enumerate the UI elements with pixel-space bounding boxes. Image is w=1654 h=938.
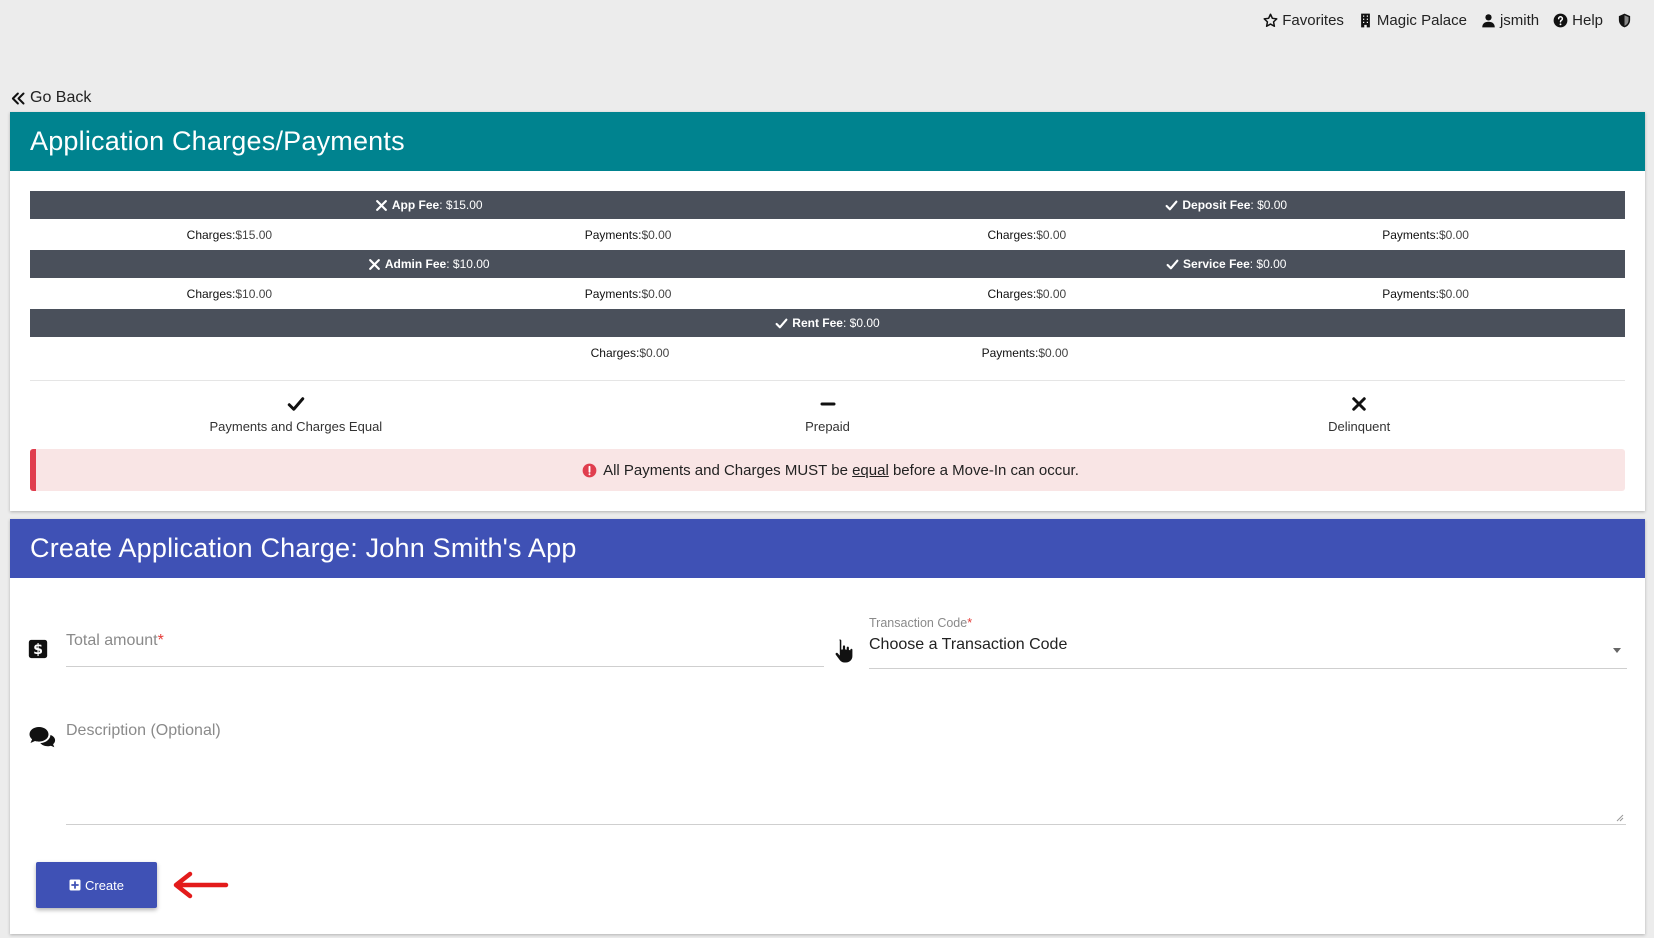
- building-icon: [1361, 13, 1370, 28]
- resize-handle-icon[interactable]: [1616, 814, 1624, 822]
- dollar-sign-icon: $: [28, 639, 48, 659]
- fee-name: Service Fee: [1183, 257, 1250, 271]
- go-back-label: Go Back: [30, 89, 92, 106]
- fee-amount: : $0.00: [842, 316, 880, 330]
- nav-user[interactable]: jsmith: [1481, 12, 1539, 29]
- legend-prepaid: Prepaid: [562, 395, 1094, 434]
- required-mark: *: [967, 616, 973, 630]
- total-amount-label: Total amount: [66, 632, 158, 649]
- fee-charges: Charges:$10.00: [186, 286, 273, 301]
- fee-payments: Payments:$0.00: [1382, 227, 1469, 242]
- fee-charges: Charges:$0.00: [590, 345, 670, 360]
- fee-bar-row-3: Rent Fee: $0.00: [30, 309, 1625, 337]
- nav-favorites-label: Favorites: [1282, 12, 1344, 29]
- fee-header-rent: Rent Fee: $0.00: [30, 316, 1625, 330]
- fee-name: Deposit Fee: [1182, 198, 1251, 212]
- status-legend: Payments and Charges Equal Prepaid Delin…: [30, 395, 1625, 434]
- fee-amount: : $15.00: [439, 198, 483, 212]
- check-icon: [1165, 200, 1178, 210]
- nav-user-label: jsmith: [1499, 12, 1540, 29]
- x-icon: [1352, 397, 1366, 411]
- create-button[interactable]: Create: [36, 862, 157, 908]
- caret-down-icon: [1613, 648, 1621, 653]
- fee-sub-row-1: Charges:$15.00 Payments:$0.00 Charges:$0…: [30, 219, 1625, 250]
- total-amount-field[interactable]: Total amount*: [66, 632, 824, 667]
- description-textarea[interactable]: Description (Optional): [66, 722, 1626, 825]
- top-nav: Favorites Magic Palace jsmith Help: [1263, 12, 1632, 29]
- transaction-code-label: Transaction Code: [869, 616, 968, 630]
- fee-amount: : $10.00: [446, 257, 490, 271]
- legend-equal-label: Payments and Charges Equal: [209, 419, 383, 434]
- comments-icon: [29, 727, 56, 748]
- fee-header-admin: Admin Fee: $10.00: [30, 257, 828, 271]
- fee-payments: Payments:$0.00: [584, 227, 672, 242]
- check-icon: [287, 397, 305, 411]
- required-mark: *: [157, 632, 164, 649]
- fee-header-app: App Fee: $15.00: [30, 198, 828, 212]
- fee-name: App Fee: [391, 198, 440, 212]
- legend-delinquent-label: Delinquent: [1328, 419, 1391, 434]
- legend-delinquent: Delinquent: [1093, 395, 1625, 434]
- fee-payments: Payments:$0.00: [1382, 286, 1469, 301]
- fee-sub-row-3: Charges:$0.00 Payments:$0.00: [30, 337, 1625, 368]
- nav-favorites[interactable]: Favorites: [1263, 12, 1344, 29]
- nav-help[interactable]: Help: [1553, 12, 1603, 29]
- legend-equal: Payments and Charges Equal: [30, 395, 562, 434]
- fee-sub-row-2: Charges:$10.00 Payments:$0.00 Charges:$0…: [30, 278, 1625, 309]
- fee-header-deposit: Deposit Fee: $0.00: [828, 198, 1626, 212]
- legend-prepaid-label: Prepaid: [805, 419, 850, 434]
- plus-square-icon: [69, 879, 81, 891]
- arrow-left-annotation-icon: [173, 871, 229, 899]
- double-chevron-left-icon: [11, 92, 25, 104]
- fee-bar-row-2: Admin Fee: $10.00 Service Fee: $0.00: [30, 250, 1625, 278]
- fee-table: App Fee: $15.00 Deposit Fee: $0.00 Charg…: [30, 191, 1625, 368]
- fee-bar-row-1: App Fee: $15.00 Deposit Fee: $0.00: [30, 191, 1625, 219]
- nav-help-label: Help: [1572, 12, 1603, 29]
- divider: [30, 380, 1625, 381]
- move-in-alert: All Payments and Charges MUST be equal b…: [30, 449, 1625, 491]
- check-icon: [1166, 259, 1179, 269]
- nav-property[interactable]: Magic Palace: [1358, 12, 1467, 29]
- x-icon: [375, 199, 387, 211]
- nav-security[interactable]: [1617, 13, 1632, 28]
- shield-icon: [1618, 13, 1631, 28]
- charges-payments-title: Application Charges/Payments: [10, 112, 1645, 171]
- hand-pointer-cursor-icon: [834, 638, 854, 664]
- exclamation-circle-icon: [582, 463, 597, 477]
- star-icon: [1263, 13, 1278, 27]
- create-charge-title: Create Application Charge: John Smith's …: [10, 519, 1645, 578]
- transaction-code-label-row: Transaction Code*: [869, 616, 1627, 630]
- description-label: Description (Optional): [66, 722, 221, 739]
- fee-payments: Payments:$0.00: [584, 286, 672, 301]
- fee-name: Admin Fee: [384, 257, 447, 271]
- fee-amount: : $0.00: [1250, 198, 1288, 212]
- question-circle-icon: [1553, 13, 1568, 28]
- alert-text: All Payments and Charges MUST be equal b…: [603, 461, 1079, 479]
- fee-payments: Payments:$0.00: [981, 345, 1069, 360]
- nav-property-label: Magic Palace: [1376, 12, 1467, 29]
- svg-text:$: $: [33, 642, 43, 658]
- fee-header-service: Service Fee: $0.00: [828, 257, 1626, 271]
- create-button-label: Create: [84, 877, 125, 893]
- fee-amount: : $0.00: [1249, 257, 1287, 271]
- transaction-code-select[interactable]: Transaction Code* Choose a Transaction C…: [869, 616, 1627, 669]
- fee-charges: Charges:$0.00: [987, 286, 1067, 301]
- user-icon: [1482, 14, 1495, 28]
- charges-payments-card: Application Charges/Payments App Fee: $1…: [10, 112, 1645, 511]
- fee-charges: Charges:$0.00: [987, 227, 1067, 242]
- check-icon: [775, 318, 788, 328]
- fee-charges: Charges:$15.00: [186, 227, 273, 242]
- go-back-link[interactable]: Go Back: [11, 89, 91, 107]
- x-icon: [368, 258, 380, 270]
- minus-icon: [820, 402, 835, 406]
- fee-name: Rent Fee: [792, 316, 843, 330]
- transaction-code-value: Choose a Transaction Code: [869, 636, 1068, 653]
- create-charge-card: Create Application Charge: John Smith's …: [10, 519, 1645, 934]
